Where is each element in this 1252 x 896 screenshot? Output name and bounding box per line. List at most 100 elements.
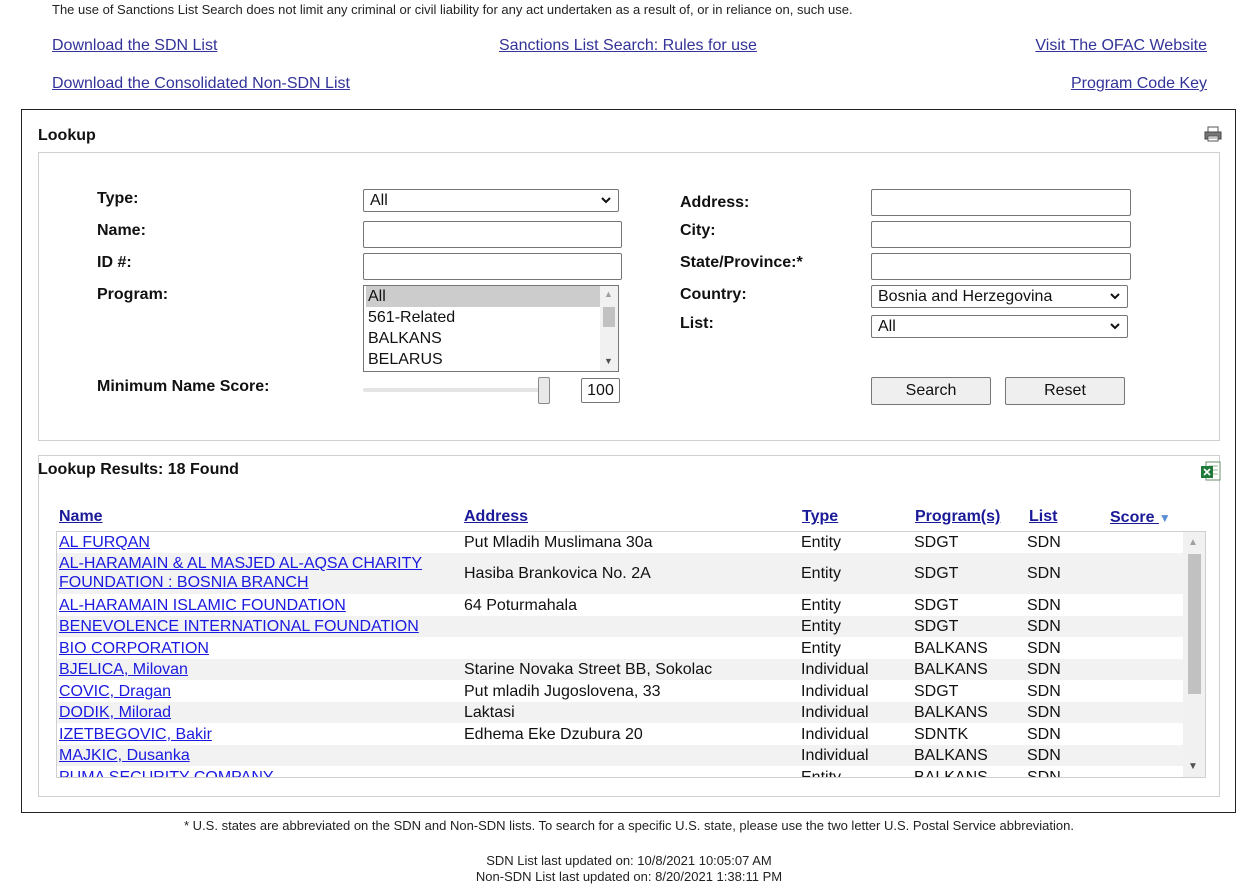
reset-button[interactable]: Reset — [1005, 377, 1125, 405]
download-consolidated-link[interactable]: Download the Consolidated Non-SDN List — [52, 75, 350, 93]
id-input[interactable] — [363, 253, 622, 280]
chevron-down-icon — [1109, 318, 1121, 341]
result-name-link[interactable]: IZETBEGOVIC, Bakir — [59, 726, 212, 744]
result-list: SDN — [1027, 640, 1061, 657]
column-header-programs[interactable]: Program(s) — [915, 508, 1000, 526]
result-name-link[interactable]: COVIC, Dragan — [59, 683, 171, 701]
result-list: SDN — [1027, 726, 1061, 743]
score-slider-handle[interactable] — [538, 377, 550, 404]
table-row: DODIK, Milorad Laktasi Individual BALKAN… — [57, 702, 1183, 723]
program-code-key-link[interactable]: Program Code Key — [1071, 75, 1207, 93]
address-input[interactable] — [871, 189, 1131, 216]
sort-desc-icon[interactable]: ▼ — [1159, 511, 1171, 525]
table-row: MAJKIC, Dusanka Individual BALKANS SDN — [57, 745, 1183, 766]
result-name-link[interactable]: AL FURQAN — [59, 534, 150, 552]
rules-link[interactable]: Sanctions List Search: Rules for use — [499, 37, 757, 55]
result-type: Entity — [801, 618, 842, 635]
list-label: List: — [680, 315, 714, 332]
column-header-address[interactable]: Address — [464, 508, 528, 526]
program-listbox[interactable]: All 561-Related BALKANS BELARUS ▲ ▼ — [363, 285, 619, 372]
scroll-down-icon[interactable]: ▼ — [604, 356, 613, 366]
search-button[interactable]: Search — [871, 377, 991, 405]
program-option[interactable]: 561-Related — [366, 307, 600, 328]
result-name-link[interactable]: FOUNDATION : BOSNIA BRANCH — [59, 574, 309, 592]
download-sdn-link[interactable]: Download the SDN List — [52, 37, 217, 55]
score-input[interactable]: 100 — [581, 378, 620, 403]
result-list: SDN — [1027, 597, 1061, 614]
city-input[interactable] — [871, 221, 1131, 248]
table-row: IZETBEGOVIC, Bakir Edhema Eke Dzubura 20… — [57, 723, 1183, 745]
result-name-link[interactable]: DODIK, Milorad — [59, 704, 171, 722]
chevron-down-icon — [1109, 288, 1121, 311]
result-program: SDGT — [914, 597, 959, 614]
scroll-down-icon[interactable]: ▼ — [1188, 761, 1198, 772]
result-program: SDGT — [914, 534, 959, 551]
scroll-up-icon[interactable]: ▲ — [1188, 537, 1198, 548]
table-row: BENEVOLENCE INTERNATIONAL FOUNDATION Ent… — [57, 616, 1183, 637]
table-row: COVIC, Dragan Put mladih Jugoslovena, 33… — [57, 680, 1183, 702]
footer-note: * U.S. states are abbreviated on the SDN… — [184, 818, 1074, 833]
table-row: AL-HARAMAIN ISLAMIC FOUNDATION 64 Poturm… — [57, 594, 1183, 616]
visit-ofac-link[interactable]: Visit The OFAC Website — [1035, 37, 1207, 55]
results-grid[interactable]: AL FURQAN Put Mladih Muslimana 30a Entit… — [56, 531, 1206, 778]
type-select[interactable]: All — [363, 189, 619, 212]
result-list: SDN — [1027, 534, 1061, 551]
scroll-up-icon[interactable]: ▲ — [604, 289, 613, 299]
result-type: Individual — [801, 747, 869, 764]
result-name-link[interactable]: BIO CORPORATION — [59, 640, 209, 658]
result-name-link[interactable]: MAJKIC, Dusanka — [59, 747, 190, 765]
result-type: Individual — [801, 704, 869, 721]
column-header-name[interactable]: Name — [59, 508, 103, 526]
country-select[interactable]: Bosnia and Herzegovina — [871, 285, 1128, 308]
result-type: Entity — [801, 640, 842, 657]
result-program: SDGT — [914, 618, 959, 635]
result-name-link[interactable]: AL-HARAMAIN ISLAMIC FOUNDATION — [59, 597, 346, 615]
result-address: 64 Poturmahala — [464, 597, 577, 614]
column-header-type[interactable]: Type — [802, 508, 838, 526]
result-list: SDN — [1027, 661, 1061, 678]
column-header-list[interactable]: List — [1029, 508, 1057, 526]
name-input[interactable] — [363, 221, 622, 248]
type-select-value: All — [370, 192, 388, 209]
program-option[interactable]: BELARUS — [366, 349, 600, 370]
result-list: SDN — [1027, 747, 1061, 764]
results-scrollbar[interactable]: ▲ ▼ — [1183, 532, 1205, 777]
score-slider-track[interactable] — [363, 388, 543, 392]
result-program: BALKANS — [914, 704, 988, 721]
program-scrollbar[interactable]: ▲ ▼ — [600, 286, 618, 371]
result-list: SDN — [1027, 565, 1061, 582]
chevron-down-icon — [600, 192, 612, 215]
state-input[interactable] — [871, 253, 1131, 280]
result-list: SDN — [1027, 769, 1061, 778]
excel-export-icon[interactable] — [1200, 460, 1222, 482]
name-label: Name: — [97, 222, 146, 239]
scroll-thumb[interactable] — [603, 307, 615, 327]
printer-icon[interactable] — [1204, 126, 1222, 142]
result-name-link[interactable]: AL-HARAMAIN & AL MASJED AL-AQSA CHARITY — [59, 555, 422, 573]
result-address: Hasiba Brankovica No. 2A — [464, 565, 651, 582]
result-address: Starine Novaka Street BB, Sokolac — [464, 661, 713, 678]
program-label: Program: — [97, 286, 169, 303]
list-select[interactable]: All — [871, 315, 1128, 338]
result-type: Entity — [801, 565, 842, 582]
column-header-score[interactable]: Score ▼ — [1110, 509, 1171, 527]
column-header-score-label[interactable]: Score — [1110, 509, 1154, 526]
sdn-updated: SDN List last updated on: 10/8/2021 10:0… — [486, 853, 772, 868]
result-type: Individual — [801, 683, 869, 700]
table-row: AL-HARAMAIN & AL MASJED AL-AQSA CHARITY … — [57, 553, 1183, 594]
scroll-thumb[interactable] — [1188, 554, 1201, 694]
country-label: Country: — [680, 286, 747, 303]
results-title: Lookup Results: 18 Found — [38, 461, 239, 478]
result-program: SDGT — [914, 683, 959, 700]
result-name-link[interactable]: BENEVOLENCE INTERNATIONAL FOUNDATION — [59, 618, 419, 636]
result-program: SDGT — [914, 565, 959, 582]
result-program: SDNTK — [914, 726, 969, 743]
program-option[interactable]: BALKANS — [366, 328, 600, 349]
result-type: Entity — [801, 769, 842, 778]
table-row: AL FURQAN Put Mladih Muslimana 30a Entit… — [57, 532, 1183, 553]
result-name-link[interactable]: PUMA SECURITY COMPANY — [59, 769, 274, 777]
program-option[interactable]: All — [366, 286, 600, 307]
result-type: Entity — [801, 597, 842, 614]
result-name-link[interactable]: BJELICA, Milovan — [59, 661, 188, 679]
result-type: Individual — [801, 661, 869, 678]
